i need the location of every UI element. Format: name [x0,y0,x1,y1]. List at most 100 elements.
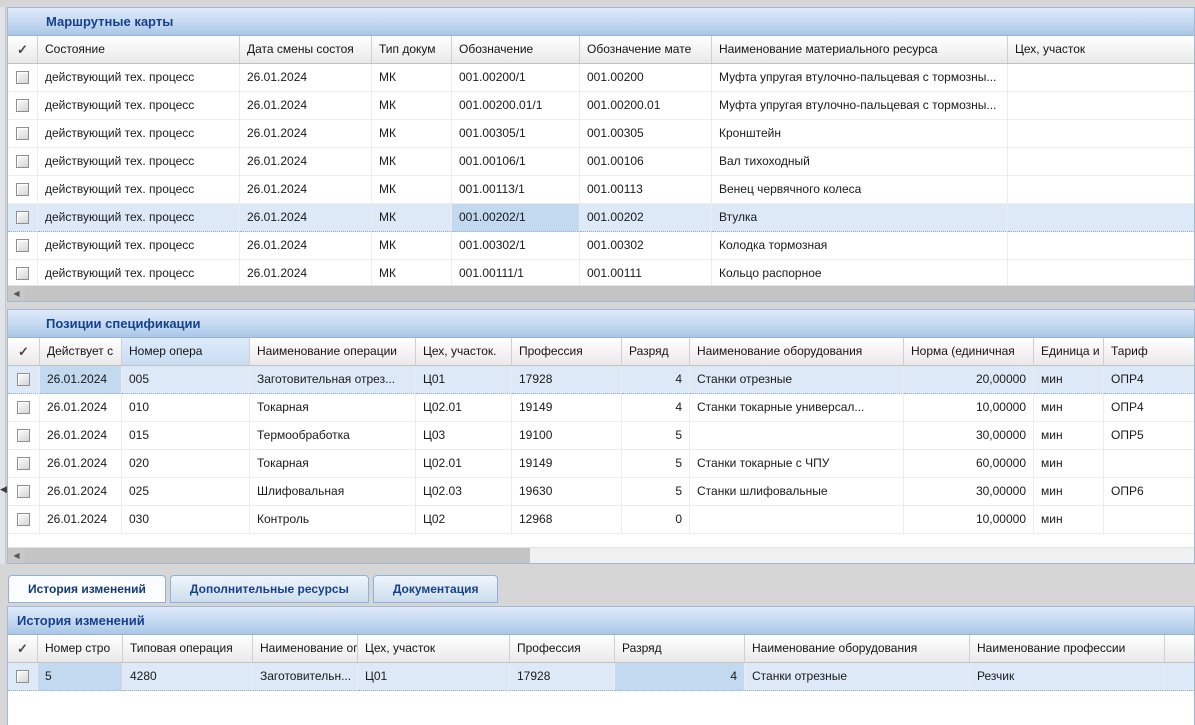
col-header-date-changed[interactable]: Дата смены состоя [240,36,372,63]
cell-workshop[interactable]: Ц02 [416,506,512,534]
cell-unit[interactable]: мин [1034,366,1104,394]
routes-row[interactable]: действующий тех. процесс 26.01.2024 МК 0… [8,260,1194,285]
cell-date-changed[interactable]: 26.01.2024 [240,260,372,285]
cell-op-name[interactable]: Токарная [250,450,416,478]
cell-unit[interactable]: мин [1034,450,1104,478]
cell-op-name[interactable]: Контроль [250,506,416,534]
cell-workshop[interactable]: Ц02.01 [416,450,512,478]
tab-documentation[interactable]: Документация [373,575,499,603]
cell-line-number-focused[interactable]: 5 [38,663,123,691]
col-header-profession[interactable]: Профессия [510,635,615,662]
cell-state[interactable]: действующий тех. процесс [38,120,240,148]
cell-op-number[interactable]: 030 [122,506,250,534]
cell-doc-type[interactable]: МК [372,148,452,176]
cell-effective-from[interactable]: 26.01.2024 [40,450,122,478]
cell-op-number[interactable]: 005 [122,366,250,394]
cell-state[interactable]: действующий тех. процесс [38,204,240,232]
cell-tariff[interactable]: ОПР4 [1104,394,1194,422]
spec-row[interactable]: 26.01.2024 015 Термообработка Ц03 19100 … [8,422,1194,450]
cell-grade[interactable]: 5 [622,450,690,478]
cell-workshop[interactable]: Ц01 [416,366,512,394]
scroll-left-button[interactable]: ◀ [8,286,25,301]
cell-workshop[interactable]: Ц02.01 [416,394,512,422]
col-header-designation[interactable]: Обозначение [452,36,580,63]
cell-op-name[interactable]: Шлифовальная [250,478,416,506]
cell-workshop[interactable] [1008,120,1194,148]
cell-profession-name[interactable]: Резчик [970,663,1165,691]
col-header-op-name[interactable]: Наименование опе [253,635,358,662]
cell-date-changed[interactable]: 26.01.2024 [240,92,372,120]
row-checkbox[interactable] [8,176,38,204]
cell-norm[interactable]: 10,00000 [904,394,1034,422]
routes-row[interactable]: действующий тех. процесс 26.01.2024 МК 0… [8,176,1194,204]
cell-material-designation[interactable]: 001.00106 [580,148,712,176]
cell-effective-from[interactable]: 26.01.2024 [40,394,122,422]
spec-row[interactable]: 26.01.2024 030 Контроль Ц02 12968 0 10,0… [8,506,1194,534]
cell-material-designation[interactable]: 001.00200.01 [580,92,712,120]
cell-designation[interactable]: 001.00200.01/1 [452,92,580,120]
col-header-op-number[interactable]: Номер опера [122,338,250,365]
select-all-header[interactable]: ✓ [8,635,38,662]
spec-row[interactable]: 26.01.2024 025 Шлифовальная Ц02.03 19630… [8,478,1194,506]
cell-designation[interactable]: 001.00200/1 [452,64,580,92]
cell-workshop[interactable]: Ц02.03 [416,478,512,506]
cell-workshop[interactable]: Ц03 [416,422,512,450]
row-checkbox[interactable] [8,232,38,260]
routes-row[interactable]: действующий тех. процесс 26.01.2024 МК 0… [8,232,1194,260]
cell-doc-type[interactable]: МК [372,232,452,260]
cell-state[interactable]: действующий тех. процесс [38,176,240,204]
cell-tariff[interactable] [1104,506,1194,534]
cell-material-name[interactable]: Кронштейн [712,120,1008,148]
cell-doc-type[interactable]: МК [372,204,452,232]
row-checkbox[interactable] [8,92,38,120]
row-checkbox[interactable] [8,64,38,92]
cell-date-changed[interactable]: 26.01.2024 [240,120,372,148]
cell-profession[interactable]: 19149 [512,450,622,478]
cell-material-name[interactable]: Венец червячного колеса [712,176,1008,204]
cell-profession[interactable]: 19630 [512,478,622,506]
row-checkbox[interactable] [8,663,38,691]
col-header-grade[interactable]: Разряд [622,338,690,365]
cell-tariff[interactable]: ОПР6 [1104,478,1194,506]
cell-state[interactable]: действующий тех. процесс [38,64,240,92]
row-checkbox[interactable] [8,478,40,506]
cell-equipment[interactable] [690,506,904,534]
col-header-unit[interactable]: Единица и [1034,338,1104,365]
cell-date-changed[interactable]: 26.01.2024 [240,232,372,260]
routes-row[interactable]: действующий тех. процесс 26.01.2024 МК 0… [8,92,1194,120]
row-checkbox[interactable] [8,204,38,232]
cell-op-name[interactable]: Заготовительн... [253,663,358,691]
cell-workshop[interactable] [1008,148,1194,176]
cell-profession[interactable]: 19100 [512,422,622,450]
cell-material-designation[interactable]: 001.00302 [580,232,712,260]
col-header-material-designation[interactable]: Обозначение мате [580,36,712,63]
col-header-profession-name[interactable]: Наименование профессии [970,635,1165,662]
cell-material-name[interactable]: Кольцо распорное [712,260,1008,285]
cell-effective-from-focused[interactable]: 26.01.2024 [40,366,122,394]
cell-op-number[interactable]: 015 [122,422,250,450]
cell-workshop[interactable] [1008,176,1194,204]
cell-equipment[interactable]: Станки отрезные [745,663,970,691]
cell-material-name[interactable]: Вал тихоходный [712,148,1008,176]
cell-designation[interactable]: 001.00113/1 [452,176,580,204]
select-all-header[interactable]: ✓ [8,338,40,365]
select-all-header[interactable]: ✓ [8,36,38,63]
cell-grade[interactable]: 4 [622,394,690,422]
cell-op-number[interactable]: 025 [122,478,250,506]
cell-equipment[interactable]: Станки токарные с ЧПУ [690,450,904,478]
splitter-collapse-icon[interactable]: ◀ [0,484,7,494]
cell-workshop[interactable] [1008,92,1194,120]
cell-unit[interactable]: мин [1034,506,1104,534]
cell-workshop[interactable] [1008,260,1194,285]
cell-typical-operation[interactable]: 4280 [123,663,253,691]
cell-unit[interactable]: мин [1034,394,1104,422]
cell-material-name[interactable]: Колодка тормозная [712,232,1008,260]
cell-grade-focused[interactable]: 4 [615,663,745,691]
col-header-norm[interactable]: Норма (единичная [904,338,1034,365]
cell-designation[interactable]: 001.00106/1 [452,148,580,176]
cell-norm[interactable]: 20,00000 [904,366,1034,394]
col-header-workshop[interactable]: Цех, участок [1008,36,1194,63]
cell-grade[interactable]: 5 [622,478,690,506]
cell-norm[interactable]: 30,00000 [904,478,1034,506]
cell-state[interactable]: действующий тех. процесс [38,260,240,285]
